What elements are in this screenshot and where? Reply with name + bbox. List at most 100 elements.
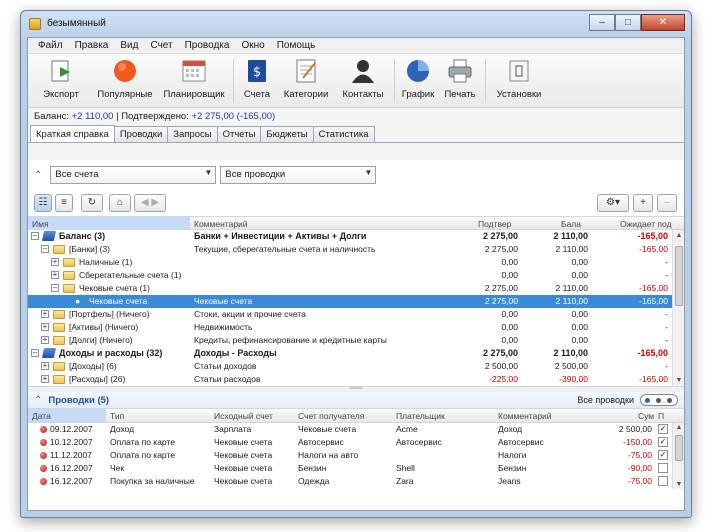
add-icon[interactable]: + xyxy=(633,194,653,212)
close-button[interactable]: ✕ xyxy=(641,14,685,31)
menu-help[interactable]: Помощь xyxy=(271,38,322,53)
reconciled-checkbox[interactable] xyxy=(658,476,668,486)
scroll-thumb[interactable] xyxy=(675,246,683,306)
app-window: безымянный – □ ✕ Файл Правка Вид Счет Пр… xyxy=(20,10,692,518)
reconciled-checkbox[interactable]: ✓ xyxy=(658,450,668,460)
col-type[interactable]: Тип xyxy=(110,411,124,421)
collapse-icon[interactable]: – xyxy=(31,349,39,357)
tree-row-checking-group[interactable]: – Чековые счета (1) 2 275,00 2 110,00 -1… xyxy=(28,282,672,295)
scroll-thumb[interactable] xyxy=(675,435,683,461)
tab-summary[interactable]: Краткая справка xyxy=(30,125,115,142)
tab-budgets[interactable]: Бюджеты xyxy=(260,126,314,142)
transactions-header: ⌃ Проводки (5) Все проводки xyxy=(28,392,684,409)
menu-window[interactable]: Окно xyxy=(235,38,270,53)
scroll-down-icon[interactable]: ▼ xyxy=(673,377,684,384)
col-comment[interactable]: Комментарий xyxy=(498,411,552,421)
accounts-filter-select[interactable]: Все счета ▼ xyxy=(50,166,217,184)
toolbar-separator xyxy=(394,59,395,103)
col-balance[interactable]: Бала xyxy=(561,219,581,229)
tree-row-cash[interactable]: + Наличные (1) 0,00 0,00 - xyxy=(28,256,672,269)
col-comment[interactable]: Комментарий xyxy=(194,219,248,229)
expand-icon[interactable]: + xyxy=(41,323,49,331)
tree-row-debts[interactable]: + [Долги] (Ничего) Кредиты, рефинансиров… xyxy=(28,334,672,347)
tab-reports[interactable]: Отчеты xyxy=(216,126,262,142)
transactions-filter-select[interactable]: Все проводки ▼ xyxy=(220,166,377,184)
expand-icon[interactable]: + xyxy=(41,375,49,383)
scroll-up-icon[interactable]: ▲ xyxy=(673,424,685,431)
transaction-row[interactable]: 10.12.2007 Оплата по карте Чековые счета… xyxy=(28,436,670,449)
col-checked[interactable]: П xyxy=(658,411,664,421)
title-bar[interactable]: безымянный – □ ✕ xyxy=(21,11,691,37)
menu-view[interactable]: Вид xyxy=(114,38,144,53)
tree-row-balance[interactable]: – Баланс (3) Банки + Инвестиции + Активы… xyxy=(28,230,672,243)
tree-row-checking-account[interactable]: ● Чековые счета Чековые счета 2 275,00 2… xyxy=(28,295,672,308)
expand-icon[interactable]: + xyxy=(51,258,59,266)
contacts-button[interactable]: Контакты xyxy=(335,54,391,100)
reconciled-checkbox[interactable] xyxy=(658,463,668,473)
col-date[interactable]: Дата xyxy=(32,411,51,421)
print-button[interactable]: Печать xyxy=(438,54,482,100)
transaction-row[interactable]: 11.12.2007 Оплата по карте Чековые счета… xyxy=(28,449,670,462)
collapse-icon[interactable]: – xyxy=(31,232,39,240)
back-forward-icon[interactable]: ◀ ▶ xyxy=(134,194,166,212)
balance-status-line: Баланс: +2 110,00 | Подтверждено: +2 275… xyxy=(28,108,684,126)
expand-icon[interactable]: + xyxy=(41,362,49,370)
tree-view-icon[interactable]: ☷ xyxy=(34,194,52,212)
transaction-row[interactable]: 09.12.2007 Доход Зарплата Чековые счета … xyxy=(28,423,670,436)
col-from[interactable]: Исходный счет xyxy=(214,411,273,421)
accounts-button[interactable]: $ Счета xyxy=(237,54,277,100)
menu-edit[interactable]: Правка xyxy=(69,38,115,53)
menu-account[interactable]: Счет xyxy=(144,38,178,53)
reconciled-checkbox[interactable]: ✓ xyxy=(658,424,668,434)
transaction-row[interactable]: 16.12.2007 Чек Чековые счета Бензин Shel… xyxy=(28,462,670,475)
expand-icon[interactable]: + xyxy=(51,271,59,279)
col-to[interactable]: Счет получателя xyxy=(298,411,364,421)
transaction-row[interactable]: 16.12.2007 Покупка за наличные Чековые с… xyxy=(28,475,670,488)
settings-button[interactable]: Установки xyxy=(489,54,549,100)
tree-row-savings[interactable]: + Сберегательные счета (1) 0,00 0,00 - xyxy=(28,269,672,282)
export-button[interactable]: Экспорт xyxy=(30,54,92,100)
reconciled-checkbox[interactable]: ✓ xyxy=(658,437,668,447)
tab-queries[interactable]: Запросы xyxy=(167,126,218,142)
transactions-title[interactable]: Проводки (5) xyxy=(48,395,109,406)
tree-row-portfolio[interactable]: + [Портфель] (Ничего) Стоки, акции и про… xyxy=(28,308,672,321)
tab-transactions[interactable]: Проводки xyxy=(113,126,169,142)
scroll-up-icon[interactable]: ▲ xyxy=(673,232,684,239)
scheduler-button[interactable]: Планировщик xyxy=(158,54,230,100)
remove-icon[interactable]: – xyxy=(657,194,677,212)
gear-menu-icon[interactable]: ⚙▾ xyxy=(597,194,629,212)
menu-transaction[interactable]: Проводка xyxy=(179,38,236,53)
col-confirmed[interactable]: Подтвер xyxy=(478,219,511,229)
collapse-icon[interactable]: – xyxy=(41,245,49,253)
col-sum[interactable]: Сум xyxy=(638,411,654,421)
expand-icon[interactable]: + xyxy=(41,310,49,318)
chart-button[interactable]: График xyxy=(398,54,438,100)
col-payee[interactable]: Плательщик xyxy=(396,411,445,421)
tree-row-expenses[interactable]: + [Расходы] (26) Статьи расходов -225,00… xyxy=(28,373,672,386)
collapse-chevron-icon[interactable]: ⌃ xyxy=(34,170,42,181)
scroll-down-icon[interactable]: ▼ xyxy=(673,481,685,488)
refresh-icon[interactable]: ↻ xyxy=(81,194,103,212)
view-toggle[interactable] xyxy=(640,394,678,406)
transactions-scrollbar[interactable]: ▲ ▼ xyxy=(672,423,684,489)
list-view-icon[interactable]: ≡ xyxy=(55,194,73,212)
col-pending[interactable]: Ожидает под xyxy=(620,219,672,229)
grid-toolbar: ☷ ≡ ↻ ⌂ ◀ ▶ ⚙▾ + – xyxy=(28,190,684,216)
tab-statistics[interactable]: Статистика xyxy=(312,126,375,142)
tree-scrollbar[interactable]: ▲ ▼ xyxy=(672,230,684,386)
categories-button[interactable]: Категории xyxy=(277,54,335,100)
expand-icon[interactable]: + xyxy=(41,336,49,344)
tree-row-income-expenses[interactable]: – Доходы и расходы (32) Доходы - Расходы… xyxy=(28,347,672,360)
chevron-down-icon: ▼ xyxy=(364,168,373,177)
col-name[interactable]: Имя xyxy=(32,219,49,229)
collapse-chevron-icon[interactable]: ⌃ xyxy=(34,395,42,406)
favorites-button[interactable]: Популярные xyxy=(92,54,158,100)
tree-row-income[interactable]: + [Доходы] (6) Статьи доходов 2 500,00 2… xyxy=(28,360,672,373)
menu-file[interactable]: Файл xyxy=(32,38,69,53)
collapse-icon[interactable]: – xyxy=(51,284,59,292)
tree-row-banks[interactable]: – [Банки] (3) Текущие, сберегательные сч… xyxy=(28,243,672,256)
tree-row-assets[interactable]: + [Активы] (Ничего) Недвижимость 0,00 0,… xyxy=(28,321,672,334)
maximize-button[interactable]: □ xyxy=(615,14,641,31)
home-icon[interactable]: ⌂ xyxy=(109,194,131,212)
minimize-button[interactable]: – xyxy=(589,14,615,31)
